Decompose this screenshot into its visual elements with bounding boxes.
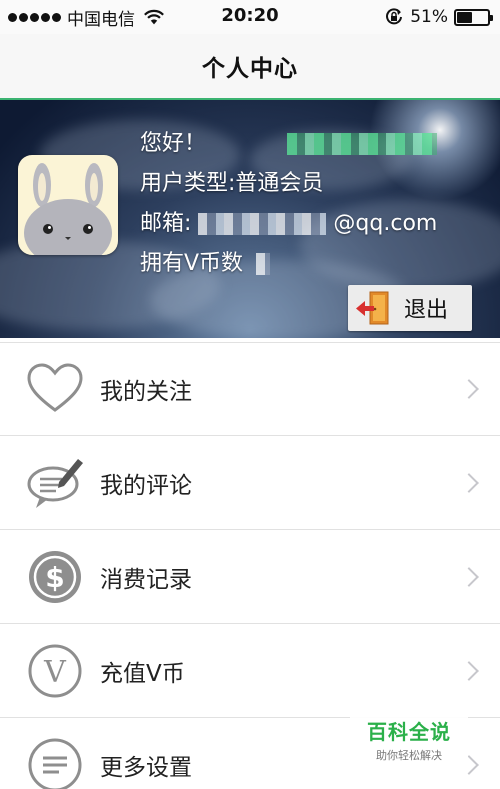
user-type-text: 用户类型:普通会员 [140, 171, 324, 196]
vcoins-redacted [256, 253, 271, 275]
bunny-avatar-icon [24, 163, 112, 255]
battery-icon [454, 8, 493, 26]
logout-label: 退出 [404, 298, 449, 323]
email-row: 邮箱: @qq.com [140, 204, 437, 244]
profile-banner: 您好！ 用户类型:普通会员 邮箱: @qq.com 拥有V币数 退出 [0, 100, 500, 338]
status-bar: 中国电信 20:20 51% [0, 0, 500, 34]
menu-item-label: 充值V币 [100, 660, 185, 687]
username-redacted [287, 133, 438, 155]
menu-item-label: 我的评论 [100, 472, 192, 499]
heart-outline-icon [27, 363, 83, 412]
carrier-label: 中国电信 [67, 9, 135, 30]
watermark-title: 百科全说 [367, 720, 451, 744]
status-right: 51% [384, 5, 493, 29]
greeting-text: 您好！ [140, 131, 207, 156]
v-coin-icon: V [28, 644, 82, 697]
signal-dots-icon [8, 12, 61, 22]
status-left: 中国电信 [8, 5, 165, 30]
nav-bar: 个人中心 [0, 34, 500, 100]
battery-fill [457, 11, 473, 23]
menu-item-purchase-history[interactable]: $ 消费记录 [0, 530, 500, 624]
menu-item-following[interactable]: 我的关注 [0, 342, 500, 436]
user-info: 您好！ 用户类型:普通会员 邮箱: @qq.com 拥有V币数 [140, 124, 437, 284]
greeting-row: 您好！ [140, 124, 438, 164]
menu-item-label: 消费记录 [100, 566, 192, 593]
dollar-coin-icon: $ [29, 550, 81, 603]
rotation-lock-icon [386, 8, 403, 25]
email-label: 邮箱: [140, 211, 192, 236]
avatar[interactable] [18, 155, 118, 255]
menu-item-comments[interactable]: 我的评论 [0, 436, 500, 530]
chevron-right-icon [459, 660, 479, 681]
watermark-subtitle: 助你轻松解决 [376, 749, 442, 762]
battery-percent: 51% [410, 7, 448, 27]
vcoins-label: 拥有V币数 [140, 251, 244, 276]
door-exit-icon [356, 291, 389, 325]
settings-list-icon [28, 738, 82, 789]
comment-pencil-icon [27, 458, 83, 508]
page-title: 个人中心 [202, 56, 298, 82]
logout-button[interactable]: 退出 [348, 285, 472, 331]
menu-item-recharge[interactable]: V 充值V币 [0, 624, 500, 718]
chevron-right-icon [459, 566, 479, 587]
chevron-right-icon [459, 379, 479, 399]
email-redacted [198, 213, 327, 235]
wifi-icon [144, 9, 164, 25]
svg-text:$: $ [45, 561, 64, 594]
menu-item-label: 更多设置 [100, 754, 192, 781]
menu-item-label: 我的关注 [100, 379, 192, 405]
watermark: 百科全说 助你轻松解决 [350, 712, 468, 768]
vcoins-row: 拥有V币数 [140, 244, 437, 284]
svg-text:V: V [43, 655, 67, 690]
chevron-right-icon [459, 472, 479, 493]
email-domain: @qq.com [333, 211, 438, 236]
